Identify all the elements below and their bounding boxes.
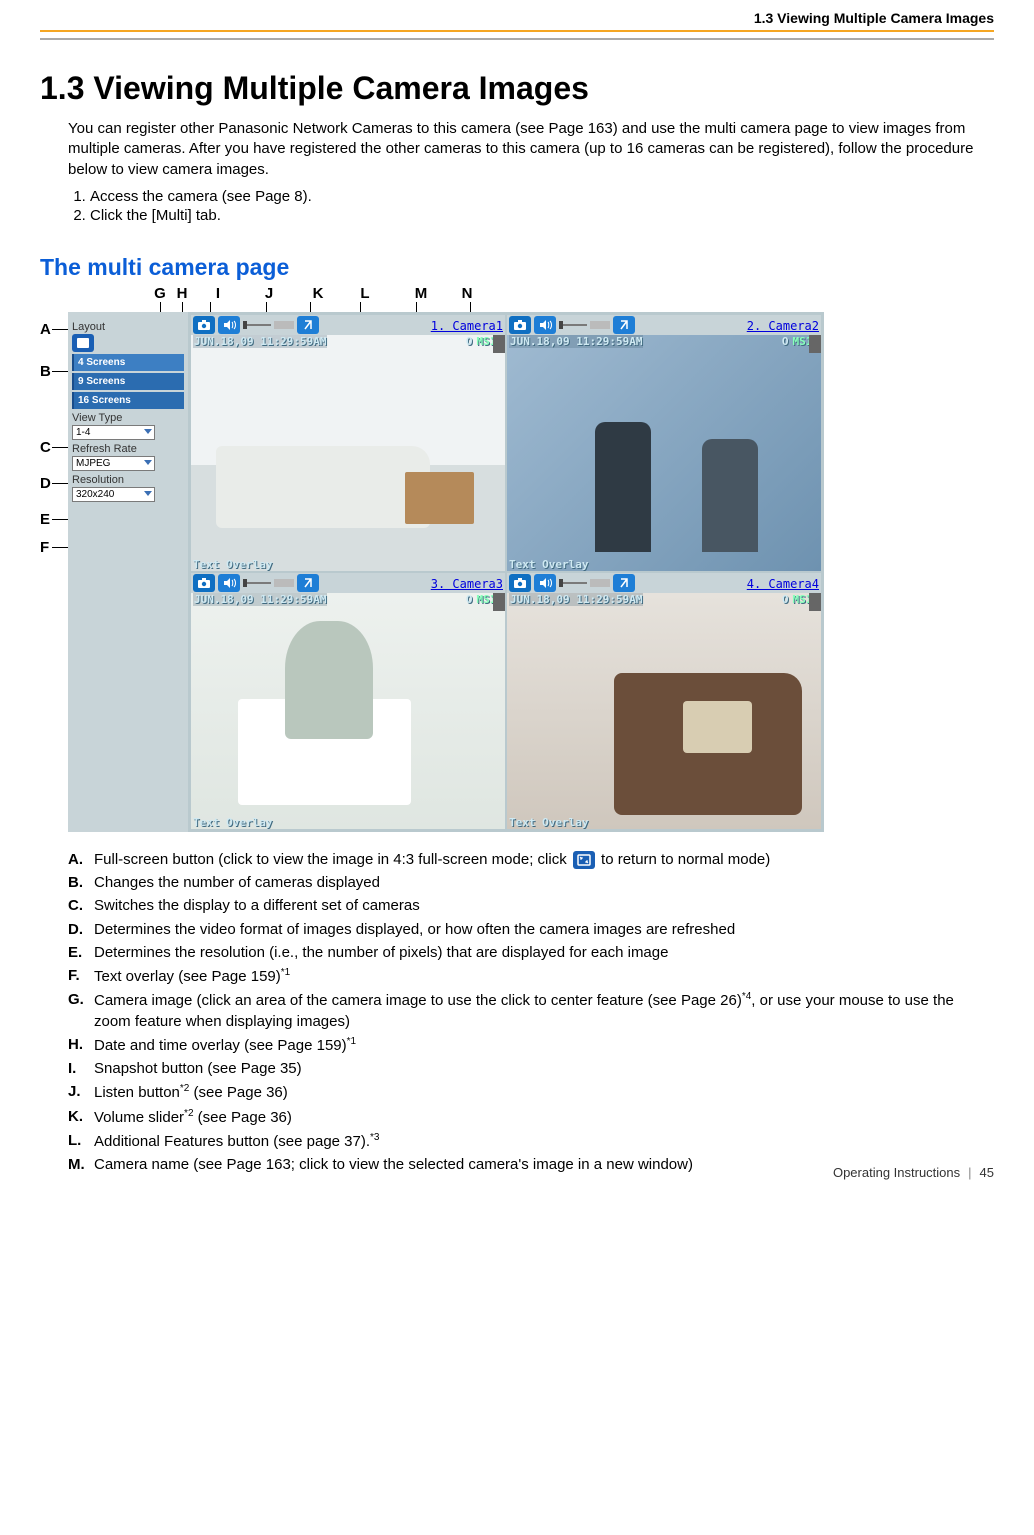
text-overlay: Text Overlay <box>193 816 272 829</box>
legend-E: Determines the resolution (i.e., the num… <box>94 943 994 963</box>
camera-tile-2: 2. Camera2 JUN.18,09 11:29:59AM OMS12 Te… <box>507 315 821 571</box>
header-sub-bar <box>40 38 994 40</box>
layout-buttons-group: 4 Screens 9 Screens 16 Screens <box>72 354 184 409</box>
layout-label: Layout <box>72 321 184 333</box>
legend-D: Determines the video format of images di… <box>94 920 994 940</box>
camera-link-icon[interactable] <box>613 574 635 592</box>
legend-J: Listen button*2 (see Page 36) <box>94 1082 994 1103</box>
zoom-icon[interactable] <box>493 593 505 611</box>
multi-camera-screenshot: Layout 4 Screens 9 Screens 16 Screens Vi… <box>68 312 824 832</box>
legend-B: Changes the number of cameras displayed <box>94 873 994 893</box>
listen-icon[interactable] <box>218 574 240 592</box>
step-2: Click the [Multi] tab. <box>90 207 994 224</box>
volume-slider[interactable] <box>559 318 587 332</box>
refresh-label: Refresh Rate <box>72 443 184 455</box>
viewtype-label: View Type <box>72 412 184 424</box>
steps-list: Access the camera (see Page 8). Click th… <box>68 188 994 224</box>
additional-features-icon[interactable] <box>590 321 610 329</box>
listen-icon[interactable] <box>534 574 556 592</box>
resolution-select[interactable]: 320x240 <box>72 487 155 502</box>
snapshot-icon[interactable] <box>509 316 531 334</box>
side-label-E: E <box>40 511 50 528</box>
camera-name-link[interactable]: 2. Camera2 <box>747 319 819 333</box>
additional-features-icon[interactable] <box>274 321 294 329</box>
zoom-icon[interactable] <box>493 335 505 353</box>
fullscreen-return-icon <box>573 851 595 869</box>
text-overlay: Text Overlay <box>193 558 272 571</box>
volume-slider[interactable] <box>243 576 271 590</box>
listen-icon[interactable] <box>534 316 556 334</box>
legend-H: Date and time overlay (see Page 159)*1 <box>94 1035 994 1056</box>
camera-image[interactable]: JUN.18,09 11:29:59AM OMS12 Text Overlay <box>191 335 505 571</box>
camera-tile-4: 4. Camera4 JUN.18,09 11:29:59AM OMS12 Te… <box>507 573 821 829</box>
camera-image[interactable]: JUN.18,09 11:29:59AM OMS12 Text Overlay <box>191 593 505 829</box>
legend-list: A.Full-screen button (click to view the … <box>68 850 994 1176</box>
step-1: Access the camera (see Page 8). <box>90 188 994 205</box>
legend-K: Volume slider*2 (see Page 36) <box>94 1107 994 1128</box>
volume-slider[interactable] <box>243 318 271 332</box>
legend-I: Snapshot button (see Page 35) <box>94 1059 994 1079</box>
camera-tile-3: 3. Camera3 JUN.18,09 11:29:59AM OMS12 Te… <box>191 573 505 829</box>
camera-link-icon[interactable] <box>297 574 319 592</box>
camera-name-link[interactable]: 3. Camera3 <box>431 577 503 591</box>
page-title: 1.3 Viewing Multiple Camera Images <box>40 70 994 107</box>
timestamp-overlay: JUN.18,09 11:29:59AM <box>193 335 327 348</box>
refresh-select[interactable]: MJPEG <box>72 456 155 471</box>
resolution-label: Resolution <box>72 474 184 486</box>
header-accent-bar <box>40 30 994 32</box>
intro-paragraph: You can register other Panasonic Network… <box>68 119 994 180</box>
camera-link-icon[interactable] <box>297 316 319 334</box>
timestamp-overlay: JUN.18,09 11:29:59AM <box>193 593 327 606</box>
legend-L: Additional Features button (see page 37)… <box>94 1131 994 1152</box>
zoom-icon[interactable] <box>809 335 821 353</box>
legend-G: Camera image (click an area of the camer… <box>94 990 994 1032</box>
fullscreen-button[interactable] <box>72 334 94 352</box>
layout-sidebar: Layout 4 Screens 9 Screens 16 Screens Vi… <box>68 312 188 832</box>
header-section: 1.3 Viewing Multiple Camera Images <box>40 10 994 26</box>
page-footer: Operating Instructions|45 <box>833 1165 994 1180</box>
layout-4screens-button[interactable]: 4 Screens <box>72 354 184 371</box>
subtitle: The multi camera page <box>40 254 994 281</box>
additional-features-icon[interactable] <box>590 579 610 587</box>
layout-9screens-button[interactable]: 9 Screens <box>72 373 184 390</box>
side-label-A: A <box>40 321 51 338</box>
side-label-C: C <box>40 439 51 456</box>
text-overlay: Text Overlay <box>509 558 588 571</box>
camera-name-link[interactable]: 4. Camera4 <box>747 577 819 591</box>
timestamp-overlay: JUN.18,09 11:29:59AM <box>509 335 643 348</box>
camera-link-icon[interactable] <box>613 316 635 334</box>
camera-image[interactable]: JUN.18,09 11:29:59AM OMS12 Text Overlay <box>507 335 821 571</box>
legend-F: Text overlay (see Page 159)*1 <box>94 966 994 987</box>
volume-slider[interactable] <box>559 576 587 590</box>
top-callout-letters: G H I J K L M N <box>150 285 994 302</box>
timestamp-overlay: JUN.18,09 11:29:59AM <box>509 593 643 606</box>
side-label-F: F <box>40 539 49 556</box>
viewtype-select[interactable]: 1-4 <box>72 425 155 440</box>
zoom-icon[interactable] <box>809 593 821 611</box>
snapshot-icon[interactable] <box>193 316 215 334</box>
camera-image[interactable]: JUN.18,09 11:29:59AM OMS12 Text Overlay <box>507 593 821 829</box>
camera-name-link[interactable]: 1. Camera1 <box>431 319 503 333</box>
camera-tile-1: 1. Camera1 JUN.18,09 11:29:59AM OMS12 Te… <box>191 315 505 571</box>
side-label-D: D <box>40 475 51 492</box>
additional-features-icon[interactable] <box>274 579 294 587</box>
legend-C: Switches the display to a different set … <box>94 896 994 916</box>
listen-icon[interactable] <box>218 316 240 334</box>
side-label-B: B <box>40 363 51 380</box>
legend-A: Full-screen button (click to view the im… <box>94 850 994 870</box>
text-overlay: Text Overlay <box>509 816 588 829</box>
layout-16screens-button[interactable]: 16 Screens <box>72 392 184 409</box>
camera-grid: 1. Camera1 JUN.18,09 11:29:59AM OMS12 Te… <box>188 312 824 832</box>
snapshot-icon[interactable] <box>509 574 531 592</box>
snapshot-icon[interactable] <box>193 574 215 592</box>
